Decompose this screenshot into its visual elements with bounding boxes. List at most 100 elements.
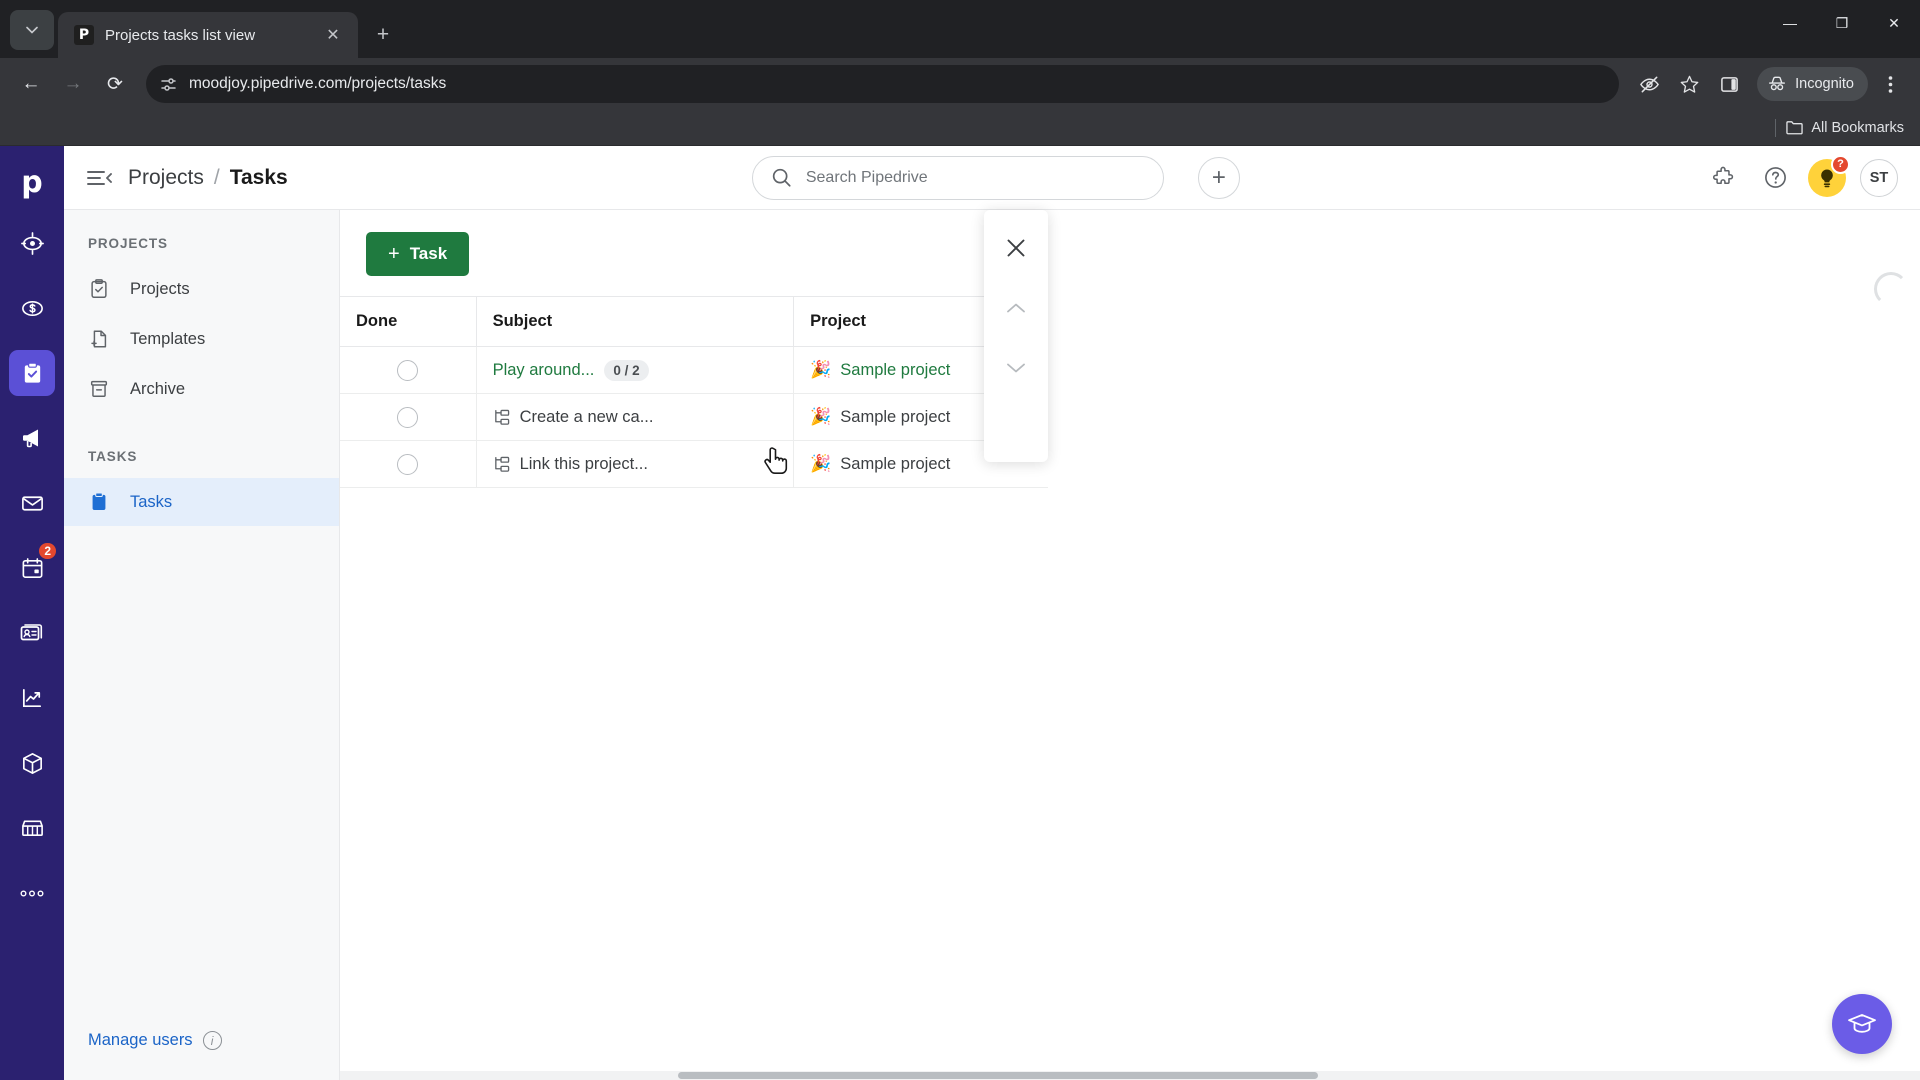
rail-item-deals[interactable] (9, 285, 55, 331)
clipboard-check-icon (24, 362, 40, 383)
rail-item-leads[interactable] (9, 220, 55, 266)
rail-item-more[interactable] (9, 870, 55, 916)
breadcrumb-projects[interactable]: Projects (128, 166, 204, 190)
done-checkbox[interactable] (397, 359, 419, 381)
tab-favicon: P (74, 25, 94, 45)
sidebar-item-tasks[interactable]: Tasks (64, 478, 339, 526)
page-title: Tasks (229, 165, 288, 189)
previous-task-button[interactable] (996, 288, 1036, 328)
project-name: Sample project (840, 360, 951, 379)
back-button[interactable]: ← (12, 65, 50, 103)
target-icon (20, 231, 44, 255)
sidebar-item-tasks-label: Tasks (130, 492, 173, 511)
sidebar-item-archive[interactable]: Archive (64, 365, 339, 413)
star-icon[interactable] (1671, 66, 1707, 102)
envelope-icon (21, 495, 43, 511)
global-nav-rail: p 2 (0, 146, 64, 1080)
subtask-hierarchy-icon (493, 456, 510, 473)
window-close-button[interactable]: ✕ (1868, 0, 1920, 46)
column-header-done[interactable]: Done (340, 296, 477, 347)
search-input[interactable]: Search Pipedrive (751, 155, 1164, 200)
sidebar-item-projects[interactable]: Projects (64, 265, 339, 313)
rail-item-campaigns[interactable] (9, 415, 55, 461)
new-tab-button[interactable]: + (370, 22, 396, 48)
window-maximize-button[interactable]: ❐ (1816, 0, 1868, 46)
chart-trend-icon (22, 688, 41, 707)
incognito-label: Incognito (1795, 76, 1854, 92)
breadcrumb-separator: / (213, 165, 220, 189)
add-task-label: Task (409, 244, 448, 263)
search-placeholder: Search Pipedrive (805, 168, 928, 186)
pipedrive-app: p 2 Projects / Tasks Search Pipedrive + … (0, 146, 1920, 1080)
rail-item-activities[interactable]: 2 (9, 541, 58, 591)
more-dots-icon (20, 890, 44, 896)
browser-toolbar: ← → ⟳ moodjoy.pipedrive.com/projects/tas… (0, 58, 1920, 110)
puzzle-icon[interactable] (1704, 159, 1742, 197)
rail-item-marketplace[interactable] (9, 805, 55, 851)
column-header-subject[interactable]: Subject (476, 296, 795, 347)
close-icon (1007, 239, 1025, 257)
info-circle-icon[interactable]: i (202, 1031, 222, 1050)
address-bar[interactable]: moodjoy.pipedrive.com/projects/tasks (146, 65, 1620, 103)
rail-item-products[interactable] (9, 740, 55, 786)
window-minimize-button[interactable]: — (1764, 0, 1816, 46)
rail-item-projects[interactable] (9, 350, 55, 396)
avatar[interactable]: ST (1860, 158, 1899, 197)
question-circle-icon[interactable] (1756, 159, 1794, 197)
header-actions: ? ST (1704, 154, 1899, 197)
tab-title: Projects tasks list view (105, 26, 256, 44)
cell-subject[interactable]: Link this project... (476, 440, 795, 488)
done-checkbox[interactable] (397, 406, 419, 428)
folder-icon (1786, 121, 1804, 135)
bookmarks-divider (1775, 118, 1777, 137)
rail-item-contacts[interactable] (9, 610, 55, 656)
close-detail-button[interactable] (996, 228, 1036, 268)
browser-tab-bar: P Projects tasks list view ✕ + — ❐ ✕ (0, 0, 1920, 58)
done-checkbox[interactable] (397, 453, 419, 475)
learning-center-button[interactable] (1832, 994, 1892, 1054)
cell-subject[interactable]: Play around... 0 / 2 (476, 346, 795, 394)
collapse-menu-icon[interactable] (86, 169, 112, 187)
marketplace-icon (21, 820, 43, 837)
search-icon (772, 168, 791, 187)
reload-button[interactable]: ⟳ (96, 65, 134, 103)
cell-done[interactable] (340, 440, 477, 488)
tune-icon[interactable] (160, 76, 177, 93)
scrollbar-thumb[interactable] (678, 1072, 1318, 1079)
add-task-button[interactable]: + Task (366, 232, 470, 276)
all-bookmarks-button[interactable]: All Bookmarks (1786, 120, 1904, 136)
project-name: Sample project (840, 407, 951, 426)
breadcrumb: Projects / Tasks (128, 166, 288, 190)
side-panel-icon[interactable] (1711, 66, 1747, 102)
clipboard-icon (88, 491, 112, 513)
cell-subject[interactable]: Create a new ca... (476, 393, 795, 441)
browser-tab[interactable]: P Projects tasks list view ✕ (58, 12, 358, 58)
tab-search-button[interactable] (10, 10, 54, 50)
horizontal-scrollbar[interactable] (340, 1071, 1920, 1080)
incognito-indicator[interactable]: Incognito (1757, 67, 1868, 101)
rail-item-insights[interactable] (9, 675, 55, 721)
pipedrive-logo[interactable]: p (10, 160, 54, 204)
eye-off-icon[interactable] (1631, 66, 1667, 102)
cell-done[interactable] (340, 346, 477, 394)
contact-card-icon (20, 624, 43, 641)
rail-item-mail[interactable] (9, 480, 55, 526)
sidebar-section-projects-title: PROJECTS (88, 236, 168, 251)
sidebar-item-templates[interactable]: Templates (64, 315, 339, 363)
file-plus-icon (88, 328, 112, 350)
project-emoji-icon: 🎉 (810, 454, 832, 473)
sidebar-item-projects-label: Projects (130, 279, 190, 298)
forward-button[interactable]: → (54, 65, 92, 103)
cell-done[interactable] (340, 393, 477, 441)
incognito-icon (1769, 76, 1786, 91)
kebab-menu-icon[interactable] (1872, 66, 1908, 102)
tasks-content: + Task Done Subject Project Play around.… (340, 210, 1920, 1080)
tips-button[interactable]: ? (1808, 154, 1851, 197)
graduation-cap-icon (1848, 1014, 1876, 1033)
subtask-count-badge: 0 / 2 (604, 359, 649, 381)
manage-users-link[interactable]: Manage users (88, 1031, 193, 1050)
next-task-button[interactable] (996, 348, 1036, 388)
clipboard-check-icon (88, 278, 112, 300)
add-button[interactable]: + (1197, 156, 1240, 199)
tab-close-button[interactable]: ✕ (320, 22, 346, 48)
